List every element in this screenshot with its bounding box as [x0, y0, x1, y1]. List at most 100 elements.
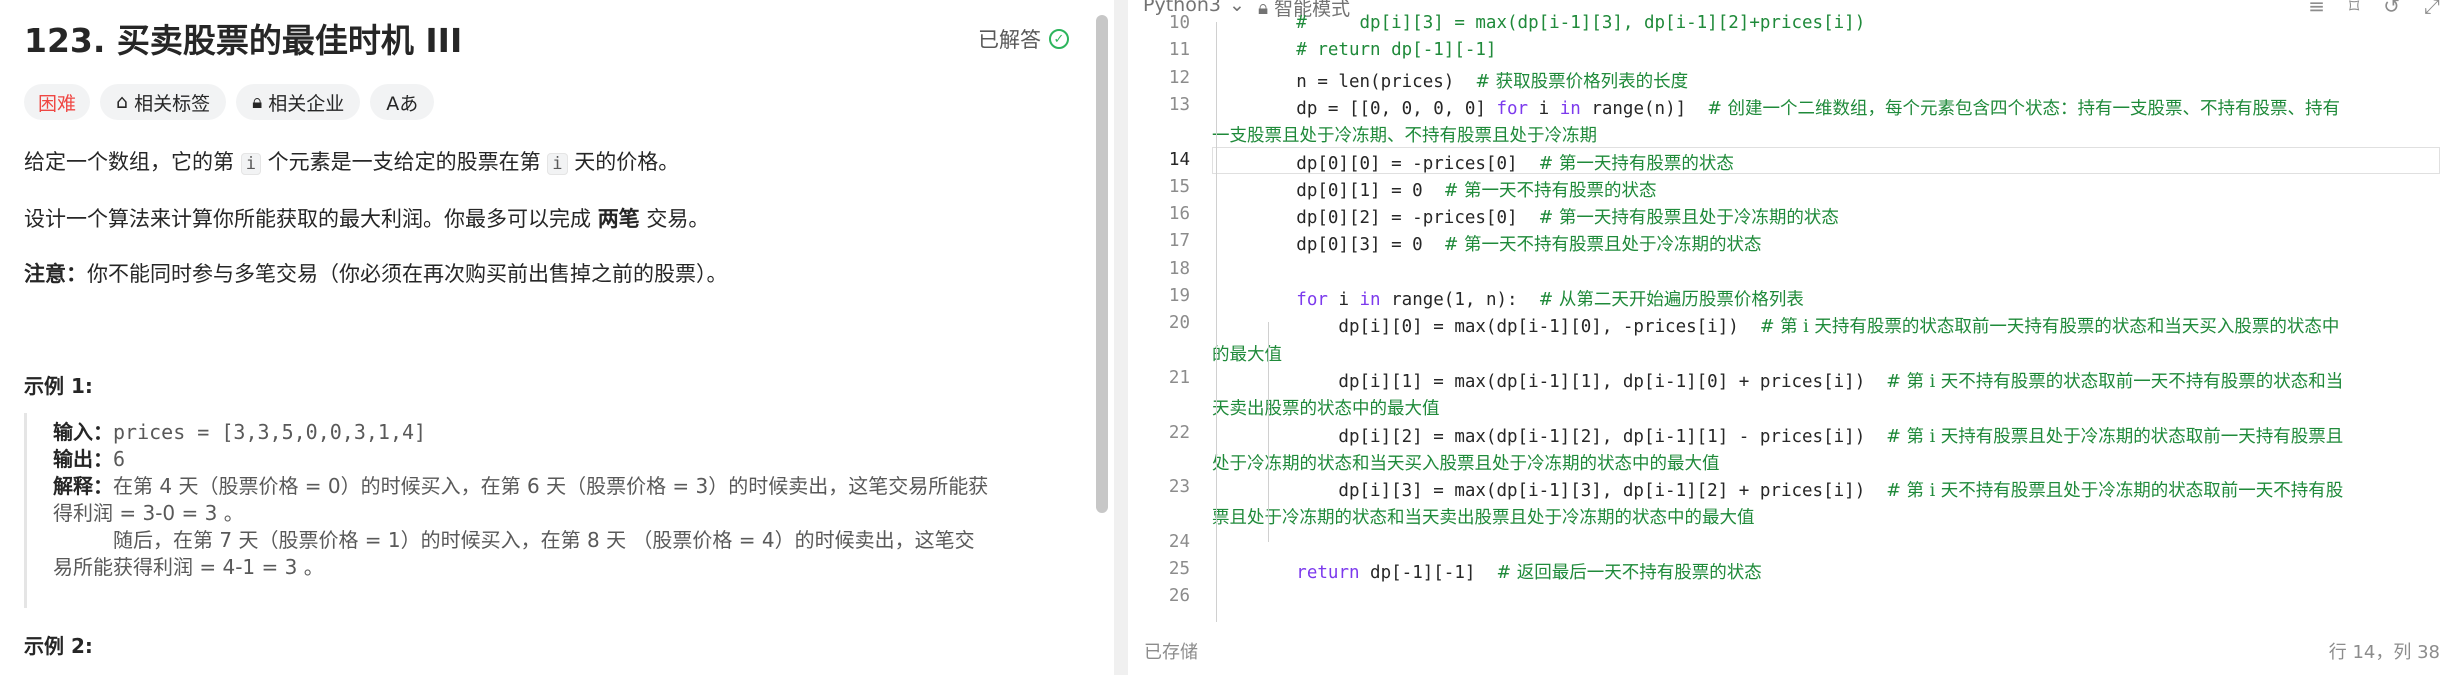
code-text: dp[0][3] = 0 # 第一天不持有股票且处于冷冻期的状态: [1212, 235, 1762, 256]
code-line[interactable]: 24: [1128, 529, 2440, 556]
line-number: 22: [1168, 422, 1190, 443]
inline-code: i: [240, 153, 261, 175]
code-text: dp[i][1] = max(dp[i-1][1], dp[i-1][0] + …: [1212, 371, 2344, 392]
code-text: return dp[-1][-1] # 返回最后一天不持有股票的状态: [1296, 563, 1762, 583]
line-number: 17: [1168, 231, 1190, 252]
line-number: 14: [1168, 149, 1190, 170]
wrapped-comment: 票且处于冷冻期的状态和当天卖出股票且处于冷冻期的状态中的最大值: [1212, 508, 1755, 529]
example-1-heading: 示例 1:: [24, 374, 93, 398]
code-line[interactable]: 14 dp[0][0] = -prices[0] # 第一天持有股票的状态: [1128, 146, 2440, 174]
example-1-box: 输入：prices = [3,3,5,0,0,3,1,4] 输出：6 解释：在第…: [24, 413, 1074, 608]
inline-code: i: [547, 153, 568, 175]
code-line[interactable]: 天卖出股票的状态中的最大值: [1128, 392, 2440, 419]
desc-text: 个元素是一支给定的股票在第: [260, 150, 548, 174]
code-line[interactable]: 一支股票且处于冷冻期、不持有股票且处于冷冻期: [1128, 119, 2440, 146]
line-number: 10: [1168, 13, 1190, 33]
explain-text: 在第 4 天（股票价格 = 0）的时候买入，在第 6 天（股票价格 = 3）的时…: [113, 474, 989, 498]
code-line[interactable]: 的最大值: [1128, 338, 2440, 365]
line-number: 13: [1168, 94, 1190, 115]
line-number: 19: [1168, 286, 1190, 306]
code-text: # return dp[-1][-1]: [1212, 40, 1497, 61]
line-number: 12: [1168, 67, 1190, 88]
example-input: 输入：prices = [3,3,5,0,0,3,1,4]: [53, 419, 1074, 446]
related-tags-label: 相关标签: [134, 92, 211, 115]
desc-text: 设计一个算法来计算你所能获取的最大利润。你最多可以完成: [24, 207, 598, 231]
line-number: 23: [1168, 477, 1190, 498]
code-line[interactable]: 11 # return dp[-1][-1]: [1128, 37, 2440, 64]
line-number: 11: [1168, 40, 1190, 61]
code-text: dp[0][1] = 0 # 第一天不持有股票的状态: [1212, 180, 1657, 201]
editor-statusbar: 已存储 行 14，列 38: [1128, 636, 2440, 666]
line-number: 25: [1168, 559, 1190, 579]
code-line[interactable]: 17 dp[0][3] = 0 # 第一天不持有股票且处于冷冻期的状态: [1128, 228, 2440, 255]
code-line[interactable]: 21 dp[i][1] = max(dp[i-1][1], dp[i-1][0]…: [1128, 365, 2440, 392]
explain-label: 解释：: [53, 474, 113, 498]
output-value: 6: [113, 447, 126, 471]
code-line[interactable]: 16 dp[0][2] = -prices[0] # 第一天持有股票且处于冷冻期…: [1128, 201, 2440, 228]
difficulty-badge: 困难: [24, 84, 91, 120]
description-para-1: 给定一个数组，它的第 i 个元素是一支给定的股票在第 i 天的价格。: [24, 146, 679, 176]
code-text: n = len(prices) # 获取股票价格列表的长度: [1212, 71, 1689, 92]
code-text: dp[0][0] = -prices[0] # 第一天持有股票的状态: [1212, 153, 1734, 174]
code-line[interactable]: 12 n = len(prices) # 获取股票价格列表的长度: [1128, 65, 2440, 92]
translate-icon: Aあ: [386, 92, 419, 115]
saved-status: 已存储: [1144, 642, 1198, 663]
problem-title: 123. 买卖股票的最佳时机 III: [24, 21, 463, 60]
code-line[interactable]: 22 dp[i][2] = max(dp[i-1][2], dp[i-1][1]…: [1128, 420, 2440, 447]
check-circle-icon: ✓: [1049, 29, 1069, 49]
problem-scrollbar[interactable]: [1096, 15, 1108, 513]
solved-status[interactable]: 已解答 ✓: [978, 24, 1069, 54]
explain-text: 得利润 = 3-0 = 3 。: [53, 501, 244, 525]
code-text: dp[i][2] = max(dp[i-1][2], dp[i-1][1] - …: [1212, 426, 2344, 447]
lock-icon: 🔒︎: [252, 91, 263, 113]
indent-guide: [1268, 322, 1269, 542]
wrapped-comment: 处于冷冻期的状态和当天买入股票且处于冷冻期的状态中的最大值: [1212, 453, 1720, 474]
solved-label: 已解答: [978, 28, 1041, 52]
code-line[interactable]: 票且处于冷冻期的状态和当天卖出股票且处于冷冻期的状态中的最大值: [1128, 501, 2440, 528]
code-line[interactable]: 18: [1128, 256, 2440, 283]
wrapped-comment: 的最大值: [1212, 344, 1282, 365]
cursor-position: 行 14，列 38: [2328, 642, 2440, 663]
code-text: for i in range(1, n): # 从第二天开始遍历股票价格列表: [1296, 290, 1804, 310]
related-companies-button[interactable]: 🔒︎ 相关企业: [236, 84, 361, 120]
code-text: # dp[i][3] = max(dp[i-1][3], dp[i-1][2]+…: [1212, 13, 1866, 33]
line-number: 18: [1168, 258, 1190, 279]
code-line[interactable]: 19 for i in range(1, n): # 从第二天开始遍历股票价格列…: [1128, 283, 2440, 310]
code-line[interactable]: 25 return dp[-1][-1] # 返回最后一天不持有股票的状态: [1128, 556, 2440, 583]
code-line[interactable]: 处于冷冻期的状态和当天买入股票且处于冷冻期的状态中的最大值: [1128, 447, 2440, 474]
code-line[interactable]: 20 dp[i][0] = max(dp[i-1][0], -prices[i]…: [1128, 310, 2440, 337]
explain-text: 随后，在第 7 天（股票价格 = 1）的时候买入，在第 8 天 （股票价格 = …: [113, 528, 975, 552]
code-area[interactable]: 10 # dp[i][3] = max(dp[i-1][3], dp[i-1][…: [1128, 13, 2440, 622]
line-number: 21: [1168, 367, 1190, 388]
line-number: 24: [1168, 531, 1190, 552]
desc-text: 交易。: [639, 207, 710, 231]
code-line[interactable]: 26: [1128, 583, 2440, 610]
code-line[interactable]: 15 dp[0][1] = 0 # 第一天不持有股票的状态: [1128, 174, 2440, 201]
code-line[interactable]: 13 dp = [[0, 0, 0, 0] for i in range(n)]…: [1128, 92, 2440, 119]
input-label: 输入：: [53, 420, 113, 444]
example-2-heading: 示例 2:: [24, 634, 93, 658]
code-text: dp = [[0, 0, 0, 0] for i in range(n)] # …: [1212, 98, 2340, 119]
code-line[interactable]: 10 # dp[i][3] = max(dp[i-1][3], dp[i-1][…: [1128, 10, 2440, 37]
panel-divider[interactable]: [1114, 0, 1128, 675]
code-editor-panel: Python3 ⌄ 🔒︎ 智能模式 ≡ ⌑ ↺ ⤢ 10 # dp[i][3] …: [1128, 0, 2440, 675]
code-line[interactable]: 23 dp[i][3] = max(dp[i-1][3], dp[i-1][2]…: [1128, 474, 2440, 501]
font-size-button[interactable]: Aあ: [370, 84, 435, 120]
problem-panel: 123. 买卖股票的最佳时机 III 已解答 ✓ 困难 ⌂ 相关标签 🔒︎ 相关…: [0, 0, 1100, 675]
note-text: 你不能同时参与多笔交易（你必须在再次购买前出售掉之前的股票）。: [87, 262, 728, 286]
wrapped-comment: 一支股票且处于冷冻期、不持有股票且处于冷冻期: [1212, 126, 1597, 147]
related-tags-button[interactable]: ⌂ 相关标签: [100, 84, 227, 120]
tag-row: 困难 ⌂ 相关标签 🔒︎ 相关企业 Aあ: [24, 84, 435, 120]
code-text: dp[i][3] = max(dp[i-1][3], dp[i-1][2] + …: [1212, 481, 2344, 502]
indent-guide: [1216, 22, 1217, 622]
line-number: 26: [1168, 586, 1190, 607]
explain-text: 易所能获得利润 = 4-1 = 3 。: [53, 555, 324, 579]
desc-text: 给定一个数组，它的第: [24, 150, 241, 174]
example-output: 输出：6: [53, 446, 1074, 473]
code-text: dp[0][2] = -prices[0] # 第一天持有股票且处于冷冻期的状态: [1212, 208, 1839, 229]
line-number: 20: [1168, 313, 1190, 334]
description-para-2: 设计一个算法来计算你所能获取的最大利润。你最多可以完成 两笔 交易。: [24, 203, 709, 233]
line-number: 15: [1168, 176, 1190, 197]
output-label: 输出：: [53, 447, 113, 471]
note-label: 注意：: [24, 262, 87, 286]
